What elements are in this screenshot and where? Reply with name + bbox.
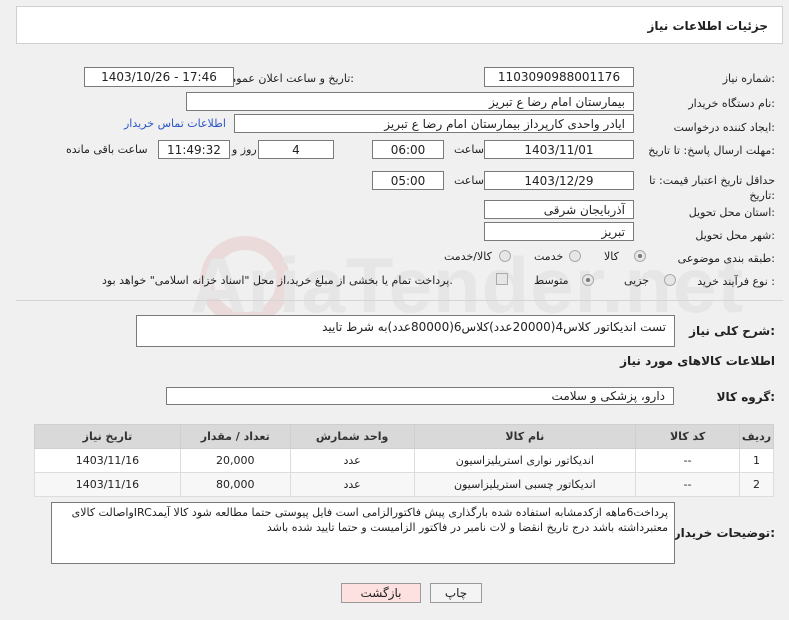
days-field: 4 bbox=[258, 140, 334, 159]
creator-label: ایجاد کننده درخواست: bbox=[673, 121, 775, 134]
process-radio-medium[interactable] bbox=[582, 274, 594, 286]
cell-name: اندیکاتور چسبی استریلیزاسیون bbox=[413, 472, 637, 497]
process-option-medium: متوسط bbox=[534, 274, 569, 287]
col-header-name: نام کالا bbox=[413, 424, 637, 449]
cell-need-date: 1403/11/16 bbox=[34, 472, 181, 497]
province-field: آذربایجان شرقی bbox=[484, 200, 634, 219]
reply-deadline-label: مهلت ارسال پاسخ: تا تاریخ: bbox=[648, 144, 775, 157]
price-time-field: 05:00 bbox=[372, 171, 444, 190]
col-header-unit: واحد شمارش bbox=[289, 424, 415, 449]
process-radio-minor[interactable] bbox=[664, 274, 676, 286]
col-header-quantity: تعداد / مقدار bbox=[179, 424, 291, 449]
col-header-need-date: تاریخ نیاز bbox=[34, 424, 181, 449]
print-button[interactable]: چاپ bbox=[430, 583, 482, 603]
table-header-row: ردیف کد کالا نام کالا واحد شمارش تعداد /… bbox=[34, 424, 774, 449]
reply-time-label: ساعت bbox=[454, 143, 484, 156]
page-header: جزئیات اطلاعات نیاز bbox=[16, 6, 783, 44]
cell-code: -- bbox=[635, 448, 741, 473]
items-table: ردیف کد کالا نام کالا واحد شمارش تعداد /… bbox=[34, 424, 774, 497]
col-header-row-number: ردیف bbox=[739, 424, 774, 449]
remaining-label: ساعت باقی مانده bbox=[66, 143, 148, 156]
summary-text: تست اندیکاتور کلاس4(20000عدد)کلاس6(80000… bbox=[322, 320, 666, 334]
price-time-label: ساعت bbox=[454, 174, 484, 187]
page-title: جزئیات اطلاعات نیاز bbox=[647, 19, 768, 33]
days-label: روز و bbox=[232, 143, 257, 156]
cell-unit: عدد bbox=[289, 472, 415, 497]
goods-group-label: گروه کالا: bbox=[716, 390, 775, 404]
cell-row-number: 1 bbox=[739, 448, 774, 473]
remaining-time-field: 11:49:32 bbox=[158, 140, 230, 159]
buyer-org-field: بیمارستان امام رضا ع تبریز bbox=[186, 92, 634, 111]
reply-time-field: 06:00 bbox=[372, 140, 444, 159]
treasury-payment-note: پرداخت تمام یا بخشی از مبلغ خرید،از محل … bbox=[102, 274, 453, 287]
buyer-notes-text: پرداخت6ماهه ازکدمشابه استفاده شده بارگذا… bbox=[71, 506, 668, 534]
cell-quantity: 20,000 bbox=[179, 448, 291, 473]
announce-field: 1403/10/26 - 17:46 bbox=[84, 67, 234, 87]
contact-buyer-link[interactable]: اطلاعات تماس خریدار bbox=[124, 117, 226, 130]
process-option-minor: جزیی bbox=[624, 274, 650, 287]
divider bbox=[16, 300, 783, 301]
cell-need-date: 1403/11/16 bbox=[34, 448, 181, 473]
price-validity-label: حداقل تاریخ اعتبار قیمت: تا تاریخ: bbox=[649, 174, 775, 202]
buyer-notes-field: پرداخت6ماهه ازکدمشابه استفاده شده بارگذا… bbox=[51, 502, 675, 564]
summary-label: شرح کلی نیاز: bbox=[689, 324, 775, 338]
back-button[interactable]: بازگشت bbox=[341, 583, 421, 603]
city-field: تبریز bbox=[484, 222, 634, 241]
buyer-org-label: نام دستگاه خریدار: bbox=[688, 97, 775, 110]
goods-group-field: دارو، پزشکی و سلامت bbox=[166, 387, 674, 405]
goods-info-title: اطلاعات کالاهای مورد نیاز bbox=[620, 354, 775, 368]
cell-unit: عدد bbox=[289, 448, 415, 473]
reply-date-field: 1403/11/01 bbox=[484, 140, 634, 159]
process-label: نوع فرآیند خرید : bbox=[697, 275, 775, 288]
need-number-field: 1103090988001176 bbox=[484, 67, 634, 87]
cell-name: اندیکاتور نواری استریلیزاسیون bbox=[413, 448, 637, 473]
cell-quantity: 80,000 bbox=[179, 472, 291, 497]
announce-label: تاریخ و ساعت اعلان عمومی: bbox=[221, 72, 354, 85]
province-label: استان محل تحویل: bbox=[688, 206, 775, 219]
cell-row-number: 2 bbox=[739, 472, 774, 497]
category-label: طبقه بندی موضوعی: bbox=[677, 252, 775, 265]
buyer-notes-label: توضیحات خریدار: bbox=[673, 526, 775, 540]
category-radio-goods[interactable] bbox=[634, 250, 646, 262]
category-option-goods-service: کالا/خدمت bbox=[444, 250, 492, 263]
need-number-label: شماره نیاز: bbox=[722, 72, 775, 85]
table-row: 1 -- اندیکاتور نواری استریلیزاسیون عدد 2… bbox=[34, 448, 774, 473]
city-label: شهر محل تحویل: bbox=[695, 229, 775, 242]
price-date-field: 1403/12/29 bbox=[484, 171, 634, 190]
category-radio-service[interactable] bbox=[569, 250, 581, 262]
category-radio-goods-service[interactable] bbox=[499, 250, 511, 262]
treasury-payment-checkbox[interactable] bbox=[496, 273, 508, 285]
cell-code: -- bbox=[635, 472, 741, 497]
summary-field: تست اندیکاتور کلاس4(20000عدد)کلاس6(80000… bbox=[136, 315, 675, 347]
creator-field: ایادر واحدی کارپرداز بیمارستان امام رضا … bbox=[234, 114, 634, 133]
category-option-service: خدمت bbox=[534, 250, 564, 263]
category-option-goods: کالا bbox=[604, 250, 619, 263]
table-row: 2 -- اندیکاتور چسبی استریلیزاسیون عدد 80… bbox=[34, 472, 774, 497]
col-header-code: کد کالا bbox=[635, 424, 741, 449]
